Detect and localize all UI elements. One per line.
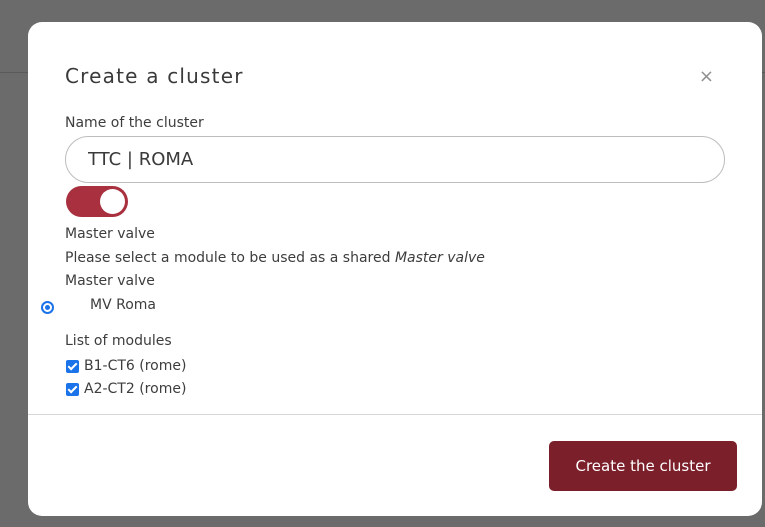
master-valve-option-label: MV Roma (90, 297, 156, 313)
footer-divider (28, 414, 762, 415)
instruction-text: Please select a module to be used as a s… (65, 250, 395, 266)
checkbox-checked-icon[interactable] (66, 359, 79, 373)
checkbox-checked-icon[interactable] (66, 382, 79, 396)
cluster-name-label: Name of the cluster (65, 115, 204, 131)
create-cluster-button[interactable]: Create the cluster (549, 441, 737, 491)
master-valve-group-label: Master valve (65, 273, 155, 289)
module-label: A2-CT2 (rome) (84, 381, 187, 397)
cluster-name-input[interactable] (65, 136, 725, 183)
create-cluster-dialog: Create a cluster × Name of the cluster M… (28, 22, 762, 516)
master-valve-toggle[interactable] (66, 186, 128, 217)
close-icon[interactable]: × (699, 68, 714, 86)
toggle-knob (100, 189, 125, 214)
instruction-emphasis: Master valve (394, 250, 485, 266)
dialog-title: Create a cluster (65, 64, 244, 88)
module-label: B1-CT6 (rome) (84, 358, 187, 374)
master-valve-radio[interactable] (41, 301, 54, 314)
master-valve-label: Master valve (65, 226, 155, 242)
modules-list-label: List of modules (65, 333, 172, 349)
master-valve-instruction: Please select a module to be used as a s… (65, 250, 485, 266)
module-item[interactable]: A2-CT2 (rome) (66, 381, 186, 397)
module-item[interactable]: B1-CT6 (rome) (66, 358, 186, 374)
